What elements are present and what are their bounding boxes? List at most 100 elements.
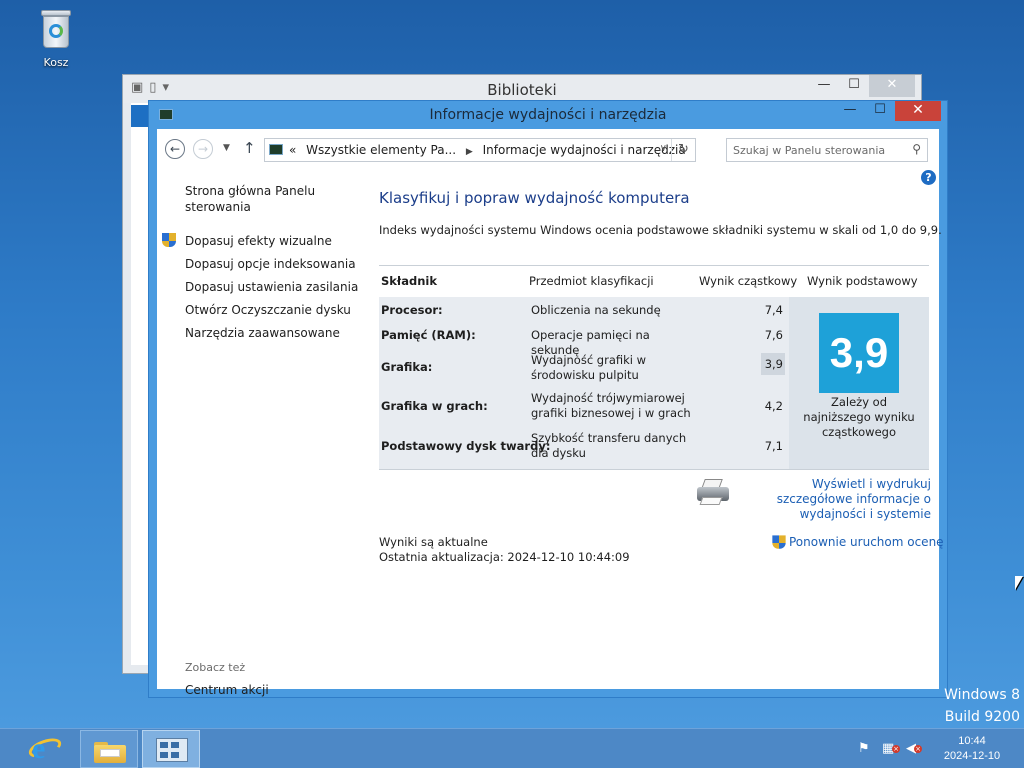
control-panel-home-link[interactable]: Strona główna Panelu sterowania — [185, 183, 360, 215]
row-subject: Obliczenia na sekundę — [531, 303, 661, 317]
recycle-bin-label: Kosz — [43, 56, 69, 69]
libraries-maximize-button[interactable]: ☐ — [839, 75, 869, 97]
uac-shield-icon — [162, 233, 176, 249]
libraries-title-bar[interactable]: ▣ ▯ ▾ Biblioteki — ☐ ✕ — [123, 75, 921, 103]
advanced-tools-link[interactable]: Narzędzia zaawansowane — [185, 325, 360, 348]
control-panel-icon — [156, 738, 188, 762]
disk-cleanup-label: Otwórz Oczyszczanie dysku — [185, 303, 351, 317]
row-subject: Wydajność trójwymiarowej grafiki bizneso… — [531, 391, 691, 420]
advanced-tools-label: Narzędzia zaawansowane — [185, 326, 340, 340]
refresh-button[interactable]: ↻ — [671, 139, 695, 161]
breadcrumb-all-items[interactable]: Wszystkie elementy Pa... — [306, 143, 456, 157]
row-score: 7,6 — [764, 328, 783, 342]
adjust-visual-effects-label: Dopasuj efekty wizualne — [185, 234, 332, 248]
row-component: Procesor: — [381, 303, 443, 317]
address-dropdown-icon[interactable]: ∨ — [660, 143, 667, 154]
adjust-indexing-link[interactable]: Dopasuj opcje indeksowania — [185, 256, 360, 279]
print-details-line: Wyświetl i wydrukuj szczegółowe informac… — [776, 477, 931, 521]
watermark-os: Windows 8 — [944, 687, 1020, 703]
network-error-icon: × — [892, 745, 900, 753]
base-score-tile: 3,9 — [819, 313, 899, 393]
clock-date: 2024-12-10 — [943, 750, 1001, 762]
breadcrumb: « Wszystkie elementy Pa... ▶ Informacje … — [289, 143, 686, 157]
row-score: 3,9 — [761, 353, 785, 375]
header-basescore: Wynik podstawowy — [807, 274, 918, 288]
file-explorer-button[interactable] — [80, 730, 138, 768]
title-bar[interactable]: Informacje wydajności i narzędzia — ☐ ✕ — [149, 101, 947, 129]
address-bar[interactable]: « Wszystkie elementy Pa... ▶ Informacje … — [264, 138, 696, 162]
close-button[interactable]: ✕ — [895, 101, 941, 121]
search-input[interactable] — [733, 142, 903, 158]
system-clock[interactable]: 10:44 2024-12-10 — [940, 734, 1004, 764]
chevron-right-icon[interactable]: ▶ — [466, 147, 473, 157]
header-subscore: Wynik cząstkowy — [699, 274, 798, 288]
mouse-cursor — [1015, 576, 1023, 590]
row-component: Grafika w grach: — [381, 399, 488, 413]
performance-window[interactable]: Informacje wydajności i narzędzia — ☐ ✕ … — [148, 100, 948, 698]
libraries-minimize-button[interactable]: — — [809, 75, 839, 97]
folder-icon — [94, 739, 126, 763]
table-body: Procesor: Obliczenia na sekundę 7,4 Pami… — [379, 297, 789, 469]
action-center-link[interactable]: Centrum akcji — [185, 683, 269, 697]
printer-icon[interactable] — [697, 479, 729, 505]
help-icon[interactable]: ? — [921, 170, 936, 185]
up-button[interactable]: ↑ — [243, 139, 256, 157]
left-pane: Strona główna Panelu sterowania Dopasuj … — [162, 183, 360, 697]
recycle-bin-desktop-icon[interactable]: Kosz — [30, 6, 82, 69]
action-center-flag-icon[interactable]: ⚑ — [858, 741, 870, 756]
main-content: Klasyfikuj i popraw wydajność komputera … — [379, 189, 942, 237]
see-also-heading: Zobacz też — [185, 661, 246, 674]
recent-locations-dropdown[interactable]: ▼ — [223, 143, 230, 153]
page-description: Indeks wydajności systemu Windows ocenia… — [379, 223, 942, 237]
header-component: Składnik — [381, 274, 437, 288]
row-component: Pamięć (RAM): — [381, 328, 476, 342]
maximize-button[interactable]: ☐ — [865, 101, 895, 121]
watermark-build: Build 9200 — [944, 709, 1020, 725]
minimize-button[interactable]: — — [835, 101, 865, 121]
arrow-right-icon: → — [197, 142, 209, 156]
control-panel-taskbar-button[interactable] — [142, 730, 200, 768]
row-subject: Wydajność grafiki w środowisku pulpitu — [531, 353, 647, 382]
adjust-power-label: Dopasuj ustawienia zasilania — [185, 280, 359, 294]
refresh-icon: ↻ — [678, 142, 689, 157]
breadcrumb-overflow[interactable]: « — [289, 143, 296, 157]
uac-shield-icon — [772, 535, 786, 550]
row-score: 7,4 — [764, 303, 783, 317]
header-subject: Przedmiot klasyfikacji — [529, 274, 654, 288]
status-current: Wyniki są aktualne — [379, 535, 488, 549]
adjust-visual-effects-link[interactable]: Dopasuj efekty wizualne — [162, 233, 360, 256]
window-client-area: ← → ▼ ↑ « Wszystkie elementy Pa... ▶ Inf… — [157, 129, 944, 697]
task-list: Dopasuj efekty wizualne Dopasuj opcje in… — [162, 233, 360, 348]
row-score: 4,2 — [764, 399, 783, 413]
rerun-assessment-link[interactable]: Ponownie uruchom ocenę — [772, 535, 944, 549]
table-header: Składnik Przedmiot klasyfikacji Wynik cz… — [379, 265, 929, 297]
table-divider — [379, 469, 929, 470]
clock-time: 10:44 — [958, 735, 986, 747]
back-button[interactable]: ← — [165, 139, 185, 159]
search-box[interactable]: ⚲ — [726, 138, 928, 162]
row-component: Podstawowy dysk twardy: — [381, 439, 551, 453]
libraries-title: Biblioteki — [487, 81, 557, 99]
print-details-link[interactable]: Wyświetl i wydrukuj szczegółowe informac… — [745, 477, 931, 522]
arrow-left-icon: ← — [169, 142, 181, 156]
row-subject: Szybkość transferu danych dla dysku — [531, 431, 687, 460]
status-last-update: Ostatnia aktualizacja: 2024-12-10 10:44:… — [379, 550, 630, 564]
control-panel-icon — [269, 144, 283, 155]
window-title: Informacje wydajności i narzędzia — [429, 107, 667, 123]
libraries-close-button[interactable]: ✕ — [869, 75, 915, 97]
internet-explorer-button[interactable]: e — [16, 730, 74, 768]
page-title: Klasyfikuj i popraw wydajność komputera — [379, 189, 690, 207]
recycle-bin-icon — [39, 6, 73, 50]
base-score-panel: 3,9 Zależy od najniższego wyniku cząstko… — [789, 297, 929, 469]
volume-muted-icon: × — [914, 745, 922, 753]
row-component: Grafika: — [381, 360, 433, 374]
adjust-power-link[interactable]: Dopasuj ustawienia zasilania — [185, 279, 360, 302]
assessment-status: Wyniki są aktualne Ostatnia aktualizacja… — [379, 535, 630, 565]
row-score: 7,1 — [764, 439, 783, 453]
forward-button[interactable]: → — [193, 139, 213, 159]
breadcrumb-performance[interactable]: Informacje wydajności i narzędzia — [483, 143, 686, 157]
taskbar: e ⚑ ▦ × ◀ × 10:44 2024-12-10 — [0, 728, 1024, 768]
disk-cleanup-link[interactable]: Otwórz Oczyszczanie dysku — [185, 302, 360, 325]
base-score-note: Zależy od najniższego wyniku cząstkowego — [803, 395, 915, 439]
search-icon[interactable]: ⚲ — [912, 142, 921, 156]
